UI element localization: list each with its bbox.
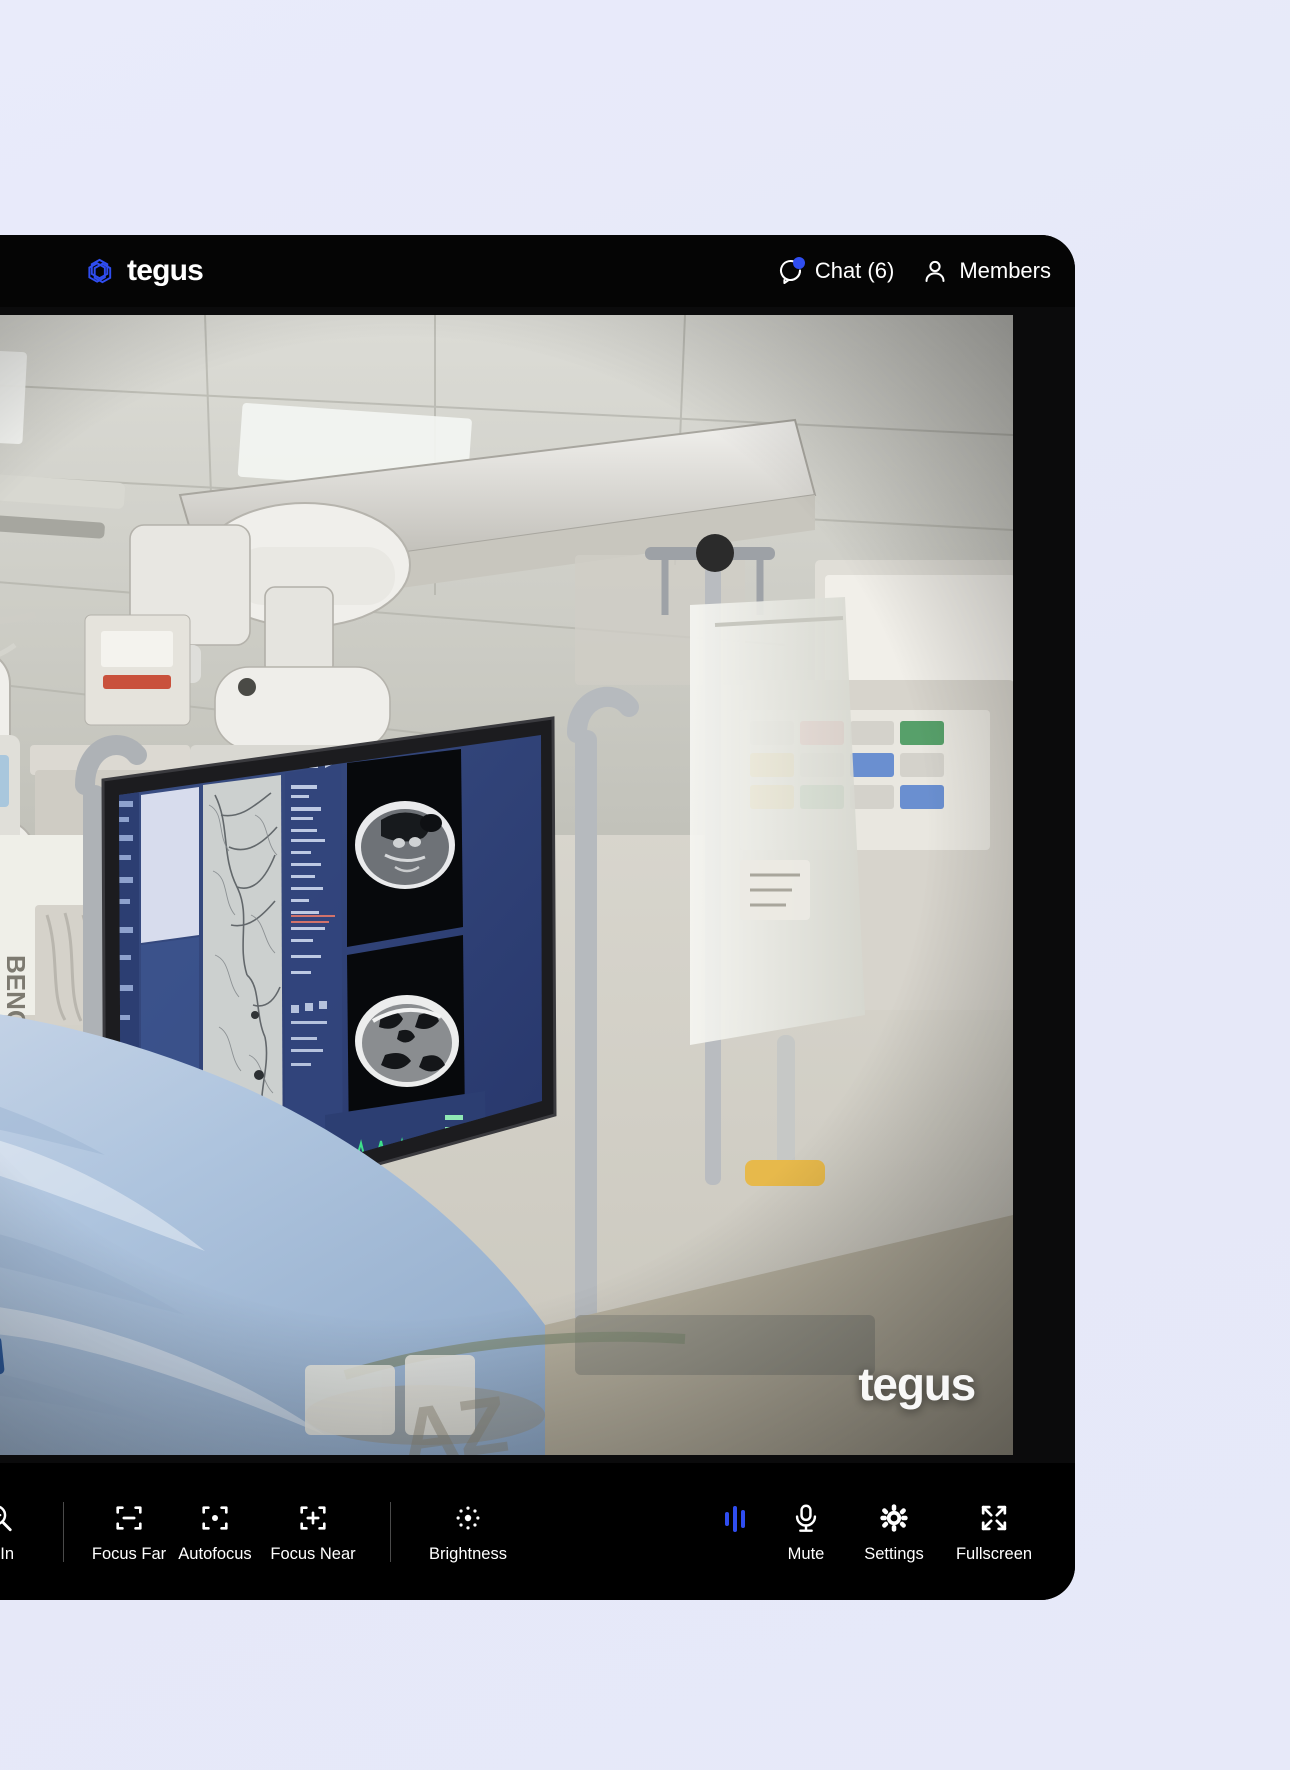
app-header: tegus Chat (6) Members [0,235,1075,307]
members-label: Members [959,258,1051,283]
autofocus-label: Autofocus [178,1544,252,1563]
zoom-in-button[interactable]: m In [0,1501,41,1563]
chat-label: Chat (6) [814,258,895,283]
video-call-panel: tegus Chat (6) Members tegus In Focus Fa… [0,235,1075,1600]
focus-plus-icon [297,1501,329,1535]
focus-minus-icon [113,1501,145,1535]
brightness-button[interactable]: Brightness [413,1501,523,1563]
focus-far-label: Focus Far [91,1544,167,1563]
toolbar-right-group: Mute Settings Fullscreen [725,1501,1049,1563]
fullscreen-button[interactable]: Fullscreen [939,1501,1049,1563]
mute-label: Mute [787,1544,825,1563]
focus-dot-icon [199,1501,231,1535]
header-actions: Chat (6) Members [778,257,1051,284]
toolbar-divider-2 [390,1501,391,1562]
mute-button[interactable]: Mute [763,1501,849,1563]
chat-button[interactable]: Chat (6) [778,257,895,284]
video-watermark: tegus [858,1358,976,1410]
video-stage: BENCH [0,307,1075,1463]
settings-button[interactable]: Settings [851,1501,937,1563]
zoom-in-label: m In [0,1544,15,1563]
tegus-cube-logo-icon [85,255,116,288]
live-camera-feed[interactable]: BENCH [0,315,1013,1455]
members-button[interactable]: Members [922,258,1051,284]
toolbar-left-group: m In Focus Far [0,1501,523,1563]
chat-unread-badge [792,257,805,269]
chat-bubble-icon [778,257,805,284]
brand-logo[interactable]: tegus [85,254,204,288]
focus-near-label: Focus Near [270,1544,356,1563]
brand-name: tegus [127,254,204,287]
autofocus-button[interactable]: Autofocus [172,1501,258,1563]
focus-near-button[interactable]: Focus Near [258,1501,368,1563]
settings-label: Settings [864,1544,924,1563]
magnifier-plus-icon [0,1501,14,1535]
camera-control-toolbar: m In Focus Far [0,1463,1075,1600]
fullscreen-label: Fullscreen [955,1544,1033,1563]
focus-far-button[interactable]: Focus Far [86,1501,172,1563]
expand-arrows-icon [978,1501,1010,1535]
brightness-dots-icon [452,1501,484,1535]
brightness-label: Brightness [429,1544,507,1563]
microphone-icon [790,1501,822,1535]
toolbar-divider [63,1501,64,1562]
audio-level-meter-icon [725,1505,745,1558]
gear-icon [878,1501,910,1535]
person-icon [922,258,948,284]
